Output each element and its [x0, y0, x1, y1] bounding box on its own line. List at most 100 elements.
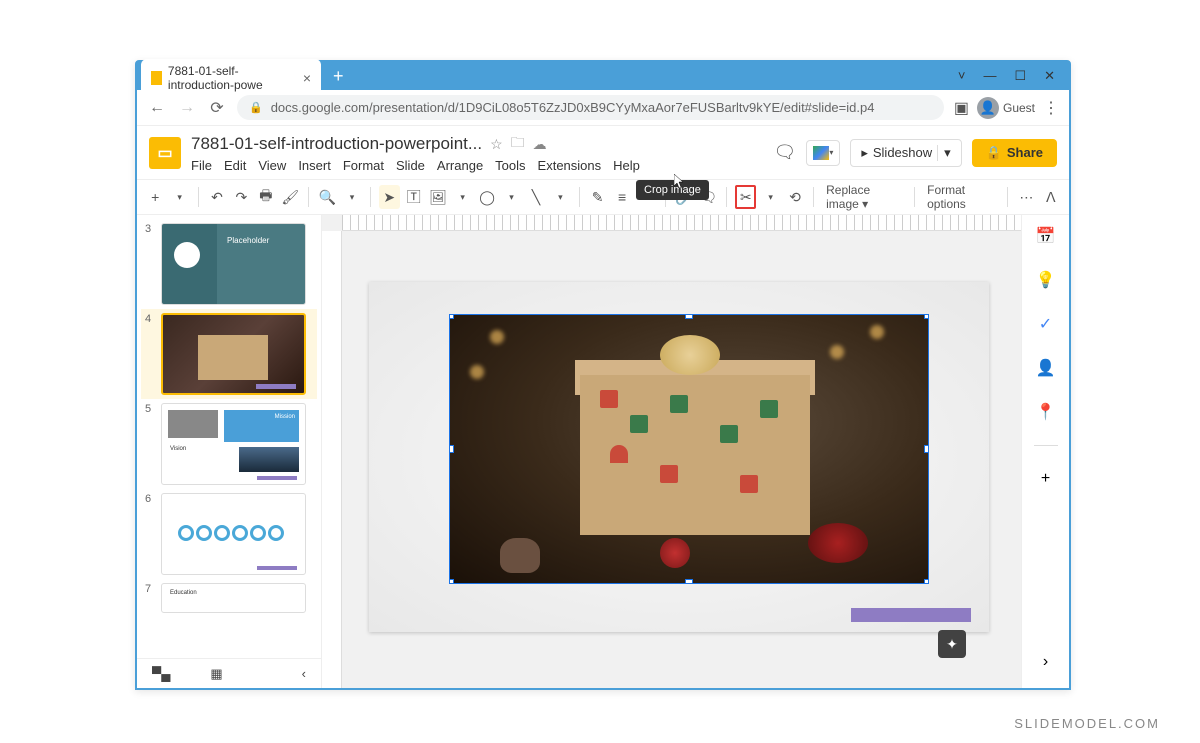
- minimize-icon[interactable]: —: [983, 68, 996, 84]
- maps-icon[interactable]: 📍: [1035, 401, 1057, 423]
- url-input[interactable]: 🔒 docs.google.com/presentation/d/1D9CiL0…: [237, 95, 944, 120]
- ruler-vertical: [322, 231, 342, 688]
- collapse-panel-icon[interactable]: ›: [1035, 651, 1057, 673]
- calendar-icon[interactable]: 📅: [1035, 225, 1057, 247]
- textbox-tool[interactable]: 🅃: [404, 185, 424, 209]
- crop-button[interactable]: ✂: [735, 185, 756, 209]
- close-tab-icon[interactable]: ×: [303, 70, 311, 86]
- slide-thumb-7[interactable]: 7 Education: [141, 579, 317, 617]
- share-label: Share: [1007, 145, 1043, 160]
- profile-label: Guest: [1003, 101, 1035, 115]
- menu-arrange[interactable]: Arrange: [437, 158, 483, 173]
- border-color-button[interactable]: ✎: [587, 185, 607, 209]
- image-dropdown[interactable]: ▾: [452, 185, 472, 209]
- install-icon[interactable]: ▣: [954, 98, 969, 118]
- collapse-toolbar-button[interactable]: ᐱ: [1041, 185, 1061, 209]
- slideshow-button[interactable]: ▸ Slideshow ▾: [850, 139, 961, 167]
- menu-file[interactable]: File: [191, 158, 212, 173]
- menu-insert[interactable]: Insert: [298, 158, 331, 173]
- replace-image-button[interactable]: Replace image ▾: [822, 183, 906, 211]
- reset-image-button[interactable]: ⟲: [785, 185, 805, 209]
- resize-handle[interactable]: [449, 314, 454, 319]
- explore-button[interactable]: ✦: [938, 630, 966, 658]
- image-tool[interactable]: 🖼: [428, 185, 448, 209]
- menu-edit[interactable]: Edit: [224, 158, 246, 173]
- shape-tool[interactable]: ◯: [477, 185, 497, 209]
- tasks-icon[interactable]: ✓: [1035, 313, 1057, 335]
- more-button[interactable]: ⋯: [1016, 185, 1036, 209]
- resize-handle[interactable]: [685, 579, 693, 584]
- line-dropdown[interactable]: ▾: [550, 185, 570, 209]
- menu-tools[interactable]: Tools: [495, 158, 525, 173]
- menu-format[interactable]: Format: [343, 158, 384, 173]
- border-weight-button[interactable]: ≡: [612, 185, 632, 209]
- filmstrip-sidebar[interactable]: 3 Placeholder 4 5 MissionVision 6 7 Educ…: [137, 215, 322, 688]
- star-icon[interactable]: ☆: [490, 136, 503, 153]
- resize-handle[interactable]: [449, 445, 454, 453]
- doc-title[interactable]: 7881-01-self-introduction-powerpoint...: [191, 134, 482, 154]
- slide-thumb-3[interactable]: 3 Placeholder: [141, 219, 317, 309]
- meet-button[interactable]: ▾: [806, 140, 840, 166]
- shape-dropdown[interactable]: ▾: [501, 185, 521, 209]
- cursor-icon: [674, 174, 686, 190]
- maximize-icon[interactable]: ☐: [1014, 68, 1026, 84]
- line-tool[interactable]: ╲: [526, 185, 546, 209]
- new-tab-button[interactable]: +: [333, 66, 344, 87]
- browser-menu-icon[interactable]: ⋮: [1043, 98, 1059, 118]
- resize-handle[interactable]: [924, 579, 929, 584]
- back-button[interactable]: ←: [147, 99, 167, 117]
- zoom-button[interactable]: 🔍: [317, 185, 337, 209]
- shape-element[interactable]: [851, 608, 971, 622]
- filmstrip-view-icon[interactable]: ▀▄: [152, 666, 170, 681]
- menu-bar: File Edit View Insert Format Slide Arran…: [191, 158, 763, 173]
- format-options-button[interactable]: Format options: [923, 183, 999, 211]
- add-panel-icon[interactable]: +: [1035, 468, 1057, 490]
- resize-handle[interactable]: [924, 314, 929, 319]
- comments-icon[interactable]: 🗨: [773, 142, 796, 163]
- new-slide-button[interactable]: +: [145, 185, 165, 209]
- profile-button[interactable]: 👤 Guest: [977, 97, 1035, 119]
- slide-canvas[interactable]: [369, 282, 989, 632]
- menu-view[interactable]: View: [258, 158, 286, 173]
- paint-format-button[interactable]: 🖌: [280, 185, 300, 209]
- slides-logo[interactable]: ▭: [149, 137, 181, 169]
- slideshow-label: Slideshow: [873, 145, 932, 160]
- zoom-dropdown[interactable]: ▾: [342, 185, 362, 209]
- tooltip-text: Crop image: [644, 184, 701, 196]
- slide-thumb-6[interactable]: 6: [141, 489, 317, 579]
- slides-favicon: [151, 71, 162, 85]
- lock-icon: 🔒: [986, 145, 1002, 161]
- resize-handle[interactable]: [924, 445, 929, 453]
- share-button[interactable]: 🔒 Share: [972, 139, 1057, 167]
- side-panel-rail: 📅 💡 ✓ 👤 📍 + ›: [1021, 215, 1069, 688]
- thumb-number: 5: [145, 403, 155, 485]
- cloud-icon[interactable]: ☁: [533, 136, 547, 153]
- move-icon[interactable]: 🗀: [511, 132, 525, 156]
- menu-help[interactable]: Help: [613, 158, 640, 173]
- menu-slide[interactable]: Slide: [396, 158, 425, 173]
- collapse-filmstrip-icon[interactable]: ‹: [302, 666, 306, 681]
- menu-extensions[interactable]: Extensions: [538, 158, 602, 173]
- resize-handle[interactable]: [685, 314, 693, 319]
- undo-button[interactable]: ↶: [207, 185, 227, 209]
- redo-button[interactable]: ↷: [231, 185, 251, 209]
- close-icon[interactable]: ✕: [1044, 68, 1055, 84]
- chevron-down-icon[interactable]: ˅: [958, 68, 966, 84]
- resize-handle[interactable]: [449, 579, 454, 584]
- forward-button[interactable]: →: [177, 99, 197, 117]
- select-tool[interactable]: ➤: [379, 185, 399, 209]
- slideshow-dropdown[interactable]: ▾: [937, 145, 951, 161]
- url-text: docs.google.com/presentation/d/1D9CiL08o…: [271, 100, 875, 115]
- content-area: 3 Placeholder 4 5 MissionVision 6 7 Educ…: [137, 215, 1069, 688]
- slide-thumb-5[interactable]: 5 MissionVision: [141, 399, 317, 489]
- slide-thumb-4[interactable]: 4: [141, 309, 317, 399]
- keep-icon[interactable]: 💡: [1035, 269, 1057, 291]
- grid-view-icon[interactable]: ▦: [210, 666, 222, 682]
- selected-image[interactable]: [449, 314, 929, 584]
- mask-dropdown[interactable]: ▾: [760, 185, 780, 209]
- print-button[interactable]: 🖶: [256, 185, 276, 209]
- contacts-icon[interactable]: 👤: [1035, 357, 1057, 379]
- new-slide-dropdown[interactable]: ▾: [169, 185, 189, 209]
- reload-button[interactable]: ⟳: [207, 98, 227, 118]
- canvas-area[interactable]: ✦: [322, 215, 1021, 688]
